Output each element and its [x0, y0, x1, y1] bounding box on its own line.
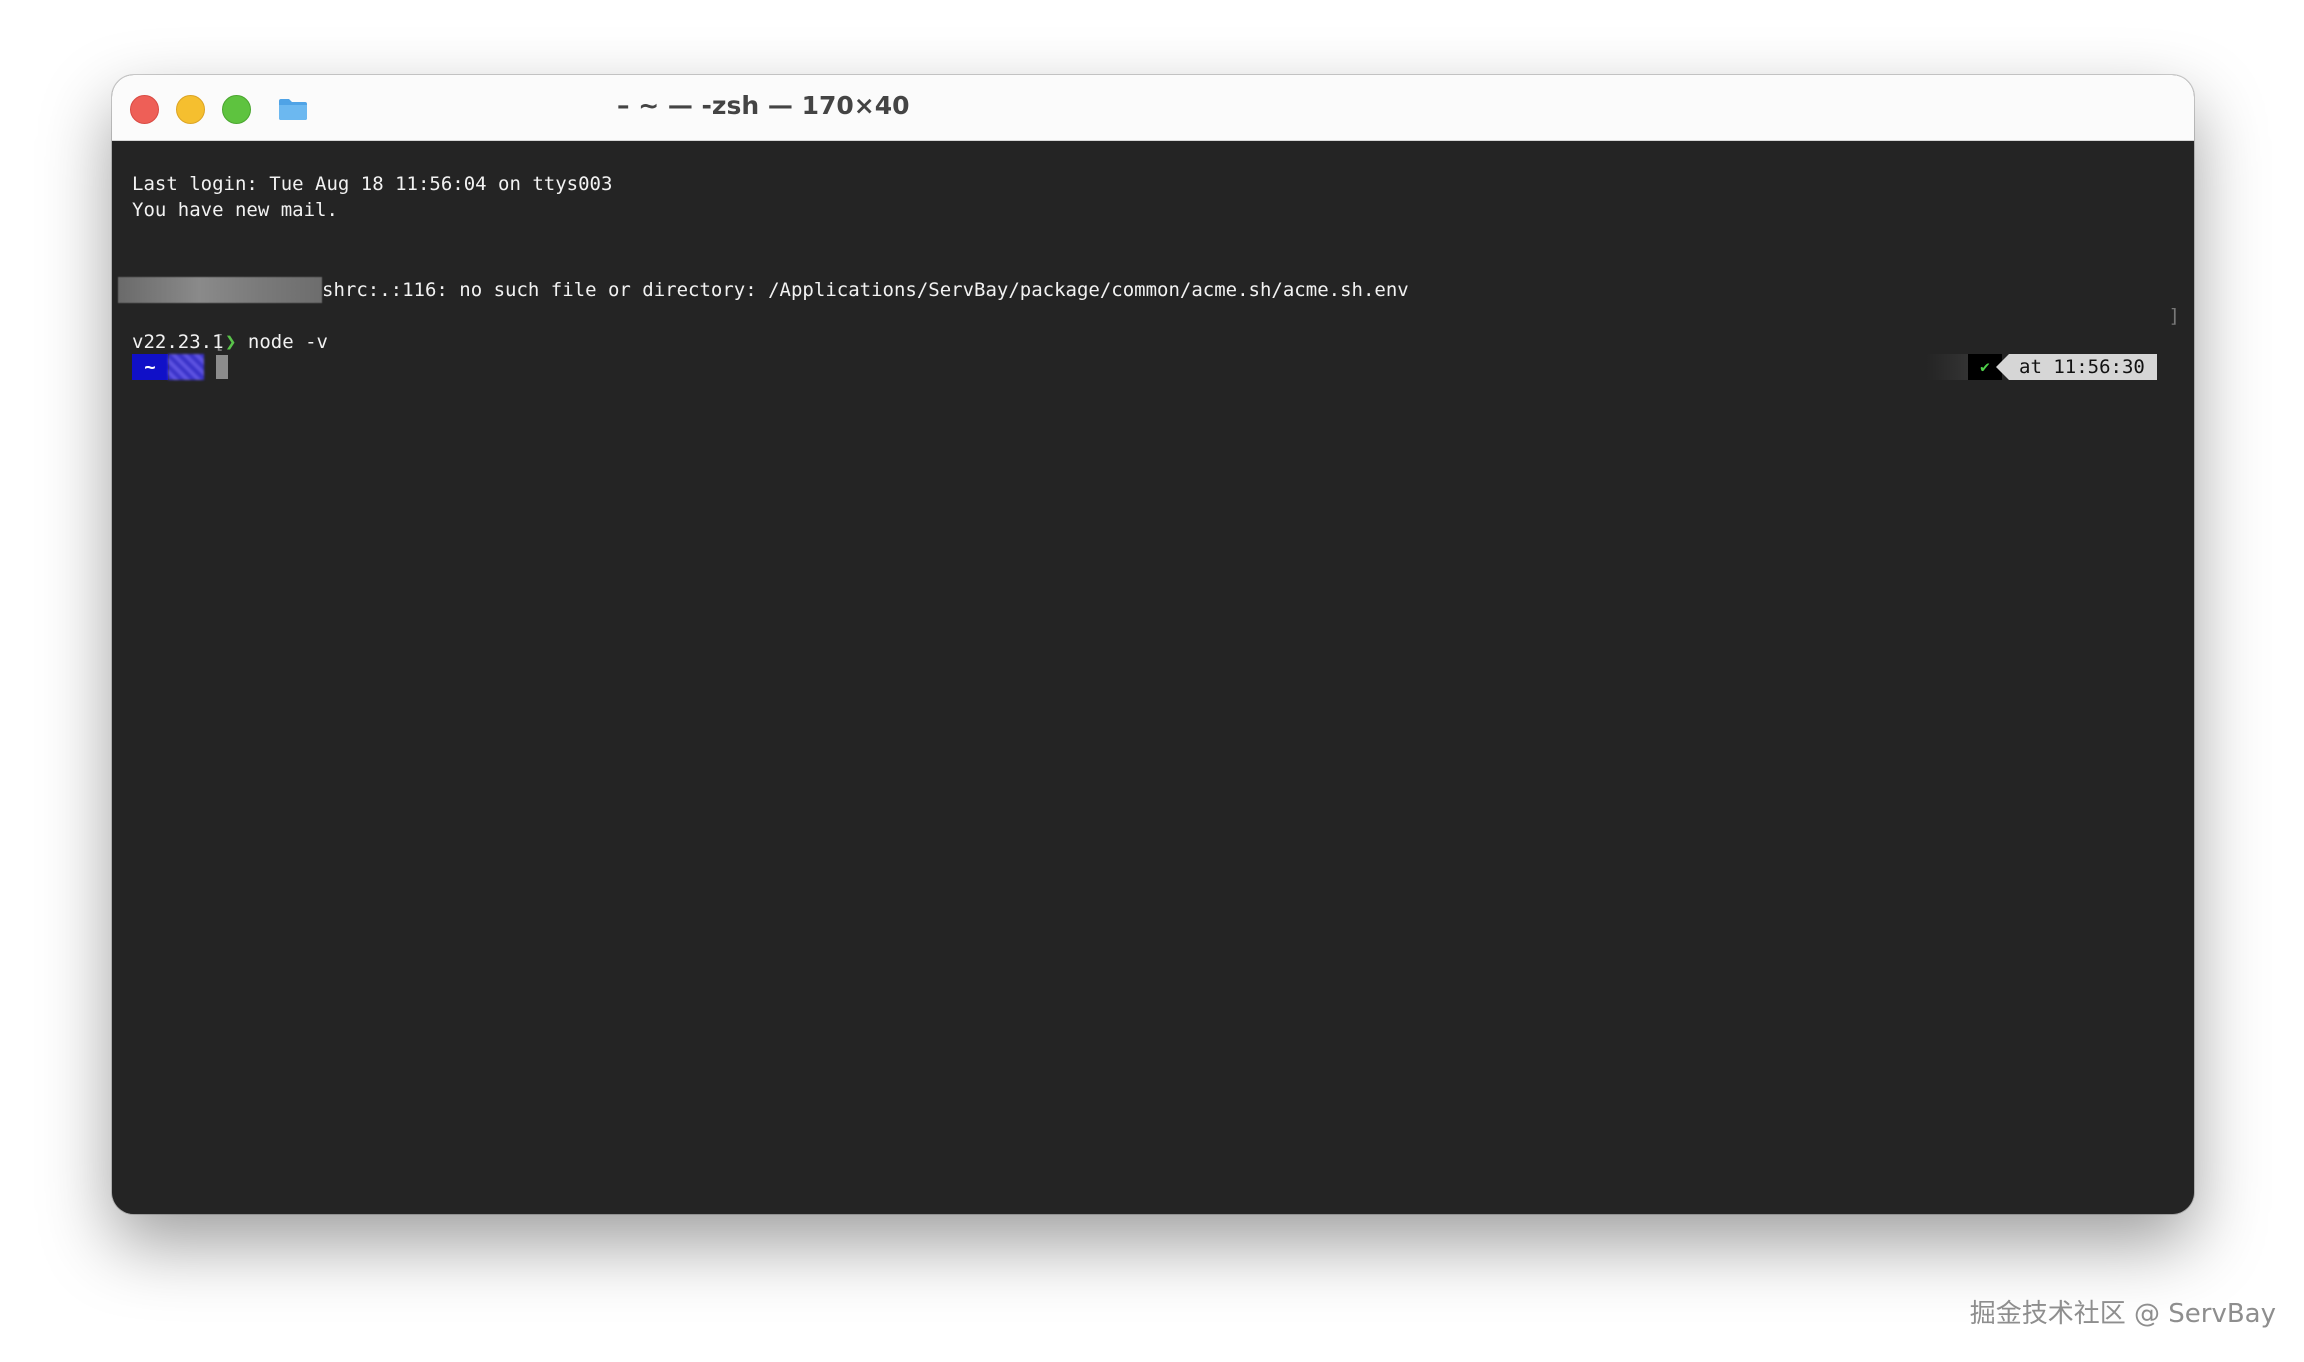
window-title: – ~ — -zsh — 170×40 — [617, 91, 910, 120]
zoom-button[interactable] — [222, 95, 251, 124]
prompt-git-segment — [168, 354, 204, 380]
redacted-text — [118, 277, 322, 303]
close-button[interactable] — [130, 95, 159, 124]
terminal-window: – ~ — -zsh — 170×40 Last login: Tue Aug … — [112, 75, 2194, 1214]
terminal-command-line: [❯ node -v — [122, 303, 328, 353]
terminal-content[interactable]: Last login: Tue Aug 18 11:56:04 on ttys0… — [112, 141, 2194, 1214]
time-segment-arrow — [1996, 354, 2009, 380]
title-bar[interactable]: – ~ — -zsh — 170×40 — [112, 75, 2194, 141]
prompt-time-segment: at 11:56:30 — [2009, 354, 2157, 380]
terminal-line-error: shrc:.:116: no such file or directory: /… — [322, 279, 1409, 301]
prompt-directory-segment: ~ — [132, 354, 168, 380]
minimize-button[interactable] — [176, 95, 205, 124]
screenshot-stage: – ~ — -zsh — 170×40 Last login: Tue Aug … — [0, 0, 2304, 1362]
right-prompt-fade — [1926, 354, 1968, 380]
text-cursor — [216, 355, 228, 379]
terminal-line-last-login: Last login: Tue Aug 18 11:56:04 on ttys0… — [132, 173, 613, 195]
terminal-output: v22.23.1 — [132, 331, 224, 353]
watermark: 掘金技术社区 @ ServBay — [1969, 1299, 2276, 1329]
right-bracket: ] — [2168, 305, 2180, 327]
terminal-line-new-mail: You have new mail. — [132, 199, 338, 221]
folder-icon — [279, 99, 307, 120]
prompt-chevron-icon: ❯ — [224, 331, 237, 353]
command-text: node -v — [247, 331, 328, 353]
